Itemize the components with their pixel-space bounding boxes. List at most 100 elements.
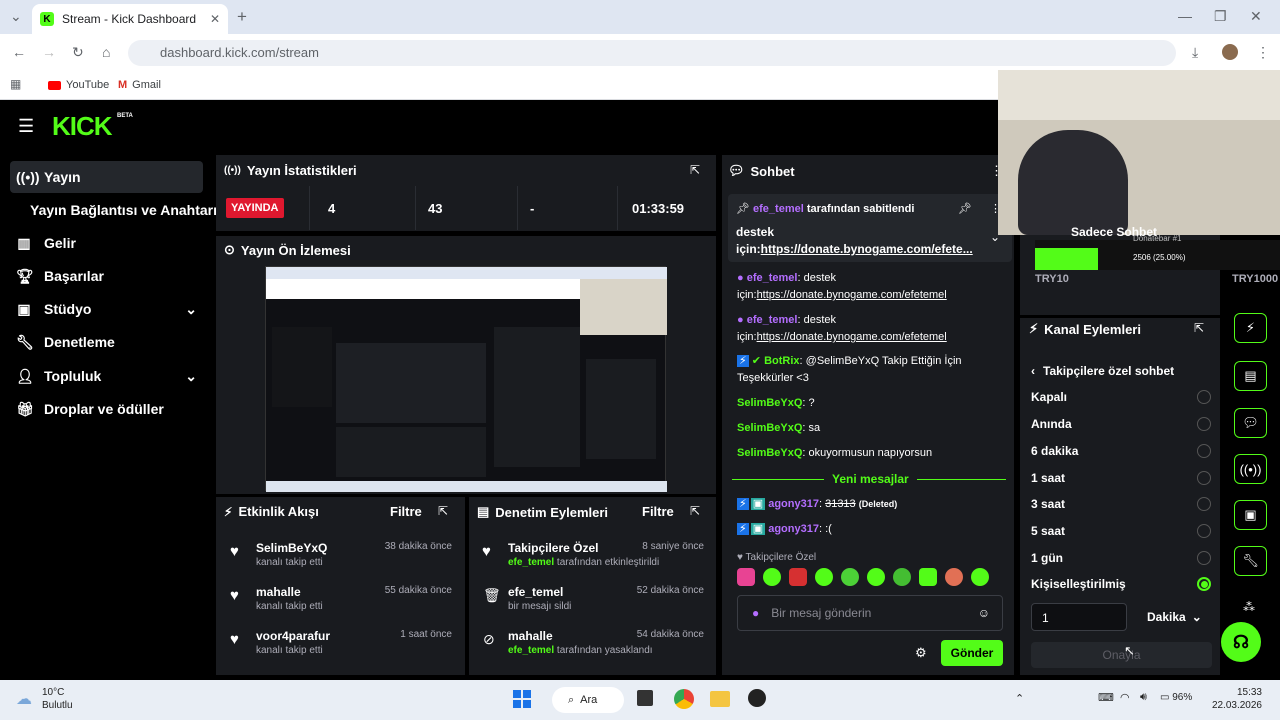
url-input[interactable]: dashboard.kick.com/stream	[128, 40, 1176, 66]
keyboard-icon[interactable]: ⌨	[1098, 691, 1114, 704]
obs-icon[interactable]	[748, 689, 766, 707]
chat-user[interactable]: BotRix	[764, 355, 799, 367]
task-view-icon[interactable]	[637, 690, 653, 706]
chat-user[interactable]: agony317	[768, 498, 819, 510]
profile-avatar[interactable]	[1222, 44, 1238, 60]
chat-user[interactable]: efe_temel	[747, 272, 798, 284]
battery-indicator[interactable]: ▭ 96%	[1160, 692, 1192, 703]
nav-stream-key[interactable]: Yayın Bağlantısı ve Anahtarı	[30, 194, 220, 226]
shortcut-chat-button[interactable]: 💬︎	[1234, 408, 1267, 438]
emote-icon[interactable]	[815, 568, 833, 586]
option-label[interactable]: 1 saat	[1031, 471, 1065, 485]
modlog-filter-button[interactable]: Filtre	[642, 504, 674, 519]
confirm-button[interactable]: Onayla	[1031, 642, 1212, 668]
taskbar-clock[interactable]: 15:33 22.03.2026	[1208, 686, 1262, 712]
duration-input[interactable]: 1	[1031, 603, 1127, 631]
reload-icon[interactable]: ↻	[72, 44, 84, 61]
nav-studyo[interactable]: ▣ Stüdyo ⌄	[10, 293, 203, 325]
option-label[interactable]: 6 dakika	[1031, 444, 1078, 458]
menu-icon[interactable]: ⋮	[1256, 44, 1270, 61]
file-explorer-icon[interactable]	[710, 691, 730, 707]
back-button[interactable]: ‹ Takipçilere özel sohbet	[1031, 364, 1174, 378]
popout-icon[interactable]: ⇱	[690, 504, 700, 518]
taskbar-search[interactable]: ⌕ Ara	[552, 687, 624, 713]
weather-widget[interactable]: 10°C Bulutlu	[42, 686, 73, 712]
chat-settings-icon[interactable]: ⚙	[915, 645, 927, 661]
shortcut-wrench-button[interactable]: 🔧︎	[1234, 546, 1267, 576]
emote-icon[interactable]	[763, 568, 781, 586]
shortcut-broadcast-button[interactable]: ((•))	[1234, 454, 1267, 484]
new-messages-label[interactable]: Yeni mesajlar	[824, 472, 917, 486]
download-icon[interactable]: ⤓	[1192, 44, 1198, 61]
unpin-icon[interactable]: 📌︎	[958, 202, 972, 215]
radio-option[interactable]	[1197, 390, 1211, 404]
hamburger-menu-icon[interactable]: ☰	[18, 116, 34, 137]
nav-topluluk[interactable]: 👤︎ Topluluk ⌄	[10, 360, 203, 392]
close-tab-icon[interactable]: ✕	[210, 12, 220, 26]
wifi-icon[interactable]: ◠	[1120, 691, 1130, 704]
option-label[interactable]: Kapalı	[1031, 390, 1067, 404]
minimize-icon[interactable]: —	[1178, 8, 1192, 24]
radio-option[interactable]	[1197, 551, 1211, 565]
emote-icon[interactable]	[893, 568, 911, 586]
option-label[interactable]: Kişiselleştirilmiş	[1031, 577, 1126, 591]
bookmark-gmail[interactable]: M Gmail	[118, 79, 161, 91]
emote-icon[interactable]	[945, 568, 963, 586]
nav-basarilar[interactable]: 🏆︎ Başarılar	[10, 260, 203, 292]
option-label[interactable]: 5 saat	[1031, 524, 1065, 538]
apps-grid-icon[interactable]: ▦	[10, 77, 21, 91]
emote-icon[interactable]	[737, 568, 755, 586]
popout-icon[interactable]: ⇱	[690, 163, 700, 177]
chat-input[interactable]: ● Bir mesaj gönderin ☺	[737, 595, 1003, 631]
windows-start-icon[interactable]	[513, 690, 531, 708]
emote-icon[interactable]	[789, 568, 807, 586]
emoji-icon[interactable]: ☺	[978, 606, 990, 620]
chat-link[interactable]: https://donate.bynogame.com/efetemel	[757, 289, 947, 301]
emote-icon[interactable]	[971, 568, 989, 586]
support-headset-button[interactable]: ☊	[1221, 622, 1261, 662]
shortcut-studio-button[interactable]: ▣	[1234, 500, 1267, 530]
tab-list-icon[interactable]: ⌄	[10, 8, 22, 25]
popout-icon[interactable]: ⇱	[438, 504, 448, 518]
forward-icon[interactable]: →	[42, 44, 56, 60]
home-icon[interactable]: ⌂	[102, 44, 110, 60]
bookmark-youtube[interactable]: YouTube	[48, 79, 109, 91]
pinned-link[interactable]: https://donate.bynogame.com/efete...	[761, 242, 973, 256]
activity-filter-button[interactable]: Filtre	[390, 504, 422, 519]
radio-option[interactable]	[1197, 524, 1211, 538]
option-label[interactable]: 1 gün	[1031, 551, 1063, 565]
chat-user[interactable]: SelimBeYxQ	[737, 422, 802, 434]
send-button[interactable]: Gönder	[941, 640, 1003, 666]
nav-droplar[interactable]: 🎁︎ Droplar ve ödüller	[10, 393, 203, 425]
volume-icon[interactable]: 🔊︎	[1140, 691, 1147, 704]
nav-gelir[interactable]: ▥ Gelir	[10, 227, 203, 259]
close-window-icon[interactable]: ✕	[1250, 8, 1262, 25]
nodes-icon[interactable]: ⁂	[1243, 600, 1255, 614]
chat-user[interactable]: agony317	[768, 523, 819, 535]
chat-user[interactable]: SelimBeYxQ	[737, 447, 802, 459]
back-icon[interactable]: ←	[12, 44, 26, 60]
emote-icon[interactable]	[841, 568, 859, 586]
option-label[interactable]: Anında	[1031, 417, 1072, 431]
browser-tab[interactable]: K Stream - Kick Dashboard ✕	[32, 4, 228, 34]
maximize-icon[interactable]: ❐	[1214, 8, 1227, 25]
tray-chevron-icon[interactable]: ⌃	[1015, 692, 1024, 705]
radio-option[interactable]	[1197, 471, 1211, 485]
chat-user[interactable]: SelimBeYxQ	[737, 397, 802, 409]
shortcut-notes-button[interactable]: ▤	[1234, 361, 1267, 391]
option-label[interactable]: 3 saat	[1031, 497, 1065, 511]
chat-link[interactable]: https://donate.bynogame.com/efetemel	[757, 331, 947, 343]
radio-option[interactable]	[1197, 444, 1211, 458]
nav-yayin[interactable]: ((•)) Yayın	[10, 161, 203, 193]
emote-icon[interactable]	[867, 568, 885, 586]
chrome-icon[interactable]	[674, 689, 694, 709]
stream-preview-video[interactable]	[265, 266, 667, 492]
radio-option-selected[interactable]	[1197, 577, 1211, 591]
popout-icon[interactable]: ⇱	[1194, 321, 1204, 335]
nav-denetleme[interactable]: 🔧︎ Denetleme	[10, 326, 203, 358]
kick-logo[interactable]: KICK	[52, 111, 113, 142]
emote-icon[interactable]	[919, 568, 937, 586]
radio-option[interactable]	[1197, 417, 1211, 431]
shortcut-bolt-button[interactable]: ⚡︎	[1234, 313, 1267, 343]
radio-option[interactable]	[1197, 497, 1211, 511]
